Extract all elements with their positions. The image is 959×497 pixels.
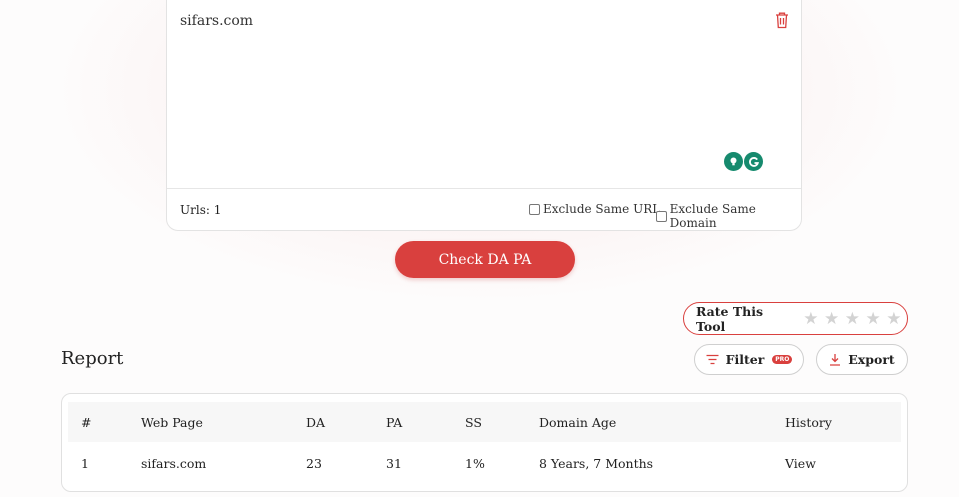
url-input-area[interactable]: sifars.com Urls: 1 Exclude Same URL Excl… bbox=[166, 0, 802, 231]
exclude-same-url-option[interactable]: Exclude Same URL bbox=[529, 202, 660, 216]
table-cell-da: 23 bbox=[306, 456, 322, 471]
exclude-same-domain-label: Exclude Same Domain bbox=[669, 202, 756, 230]
report-title: Report bbox=[61, 348, 124, 369]
filter-button[interactable]: Filter PRO bbox=[694, 344, 804, 375]
exclude-same-url-checkbox[interactable] bbox=[529, 203, 540, 215]
column-header-number[interactable]: # bbox=[81, 415, 91, 430]
star-icon[interactable]: ★ bbox=[824, 309, 839, 329]
trash-icon[interactable] bbox=[774, 11, 790, 29]
column-header-da[interactable]: DA bbox=[306, 415, 325, 430]
star-icon[interactable]: ★ bbox=[803, 309, 818, 329]
table-cell-domain-age: 8 Years, 7 Months bbox=[539, 456, 654, 471]
pro-badge: PRO bbox=[772, 355, 793, 364]
history-view-link[interactable]: View bbox=[785, 456, 816, 471]
table-cell-web-page: sifars.com bbox=[141, 456, 207, 471]
column-header-ss[interactable]: SS bbox=[465, 415, 482, 430]
table-cell-number: 1 bbox=[81, 456, 89, 471]
report-table: # Web Page DA PA SS Domain Age History 1… bbox=[61, 393, 908, 492]
star-icon[interactable]: ★ bbox=[886, 309, 901, 329]
exclude-same-domain-checkbox[interactable] bbox=[656, 210, 667, 222]
filter-icon bbox=[706, 354, 719, 365]
table-cell-pa: 31 bbox=[386, 456, 402, 471]
urls-count: Urls: 1 bbox=[180, 203, 222, 217]
star-icon[interactable]: ★ bbox=[845, 309, 860, 329]
divider bbox=[167, 188, 801, 189]
rate-label: Rate This Tool bbox=[696, 303, 764, 334]
column-header-web-page[interactable]: Web Page bbox=[141, 415, 203, 430]
grammarly-icon[interactable] bbox=[744, 152, 763, 171]
check-da-pa-button[interactable]: Check DA PA bbox=[395, 241, 575, 278]
bulb-icon[interactable] bbox=[724, 152, 743, 171]
table-cell-ss: 1% bbox=[465, 456, 485, 471]
url-textarea-value[interactable]: sifars.com bbox=[180, 13, 253, 29]
export-label: Export bbox=[848, 352, 895, 367]
export-button[interactable]: Export bbox=[816, 344, 908, 375]
column-header-pa[interactable]: PA bbox=[386, 415, 402, 430]
column-header-history[interactable]: History bbox=[785, 415, 832, 430]
rate-tool-widget: Rate This Tool ★ ★ ★ ★ ★ bbox=[683, 302, 908, 335]
star-icon[interactable]: ★ bbox=[866, 309, 881, 329]
extension-icons bbox=[724, 152, 764, 171]
exclude-same-url-label: Exclude Same URL bbox=[543, 202, 661, 216]
filter-label: Filter bbox=[725, 352, 765, 367]
exclude-same-domain-option[interactable]: Exclude Same Domain bbox=[656, 202, 801, 230]
download-icon bbox=[829, 353, 841, 366]
column-header-domain-age[interactable]: Domain Age bbox=[539, 415, 616, 430]
